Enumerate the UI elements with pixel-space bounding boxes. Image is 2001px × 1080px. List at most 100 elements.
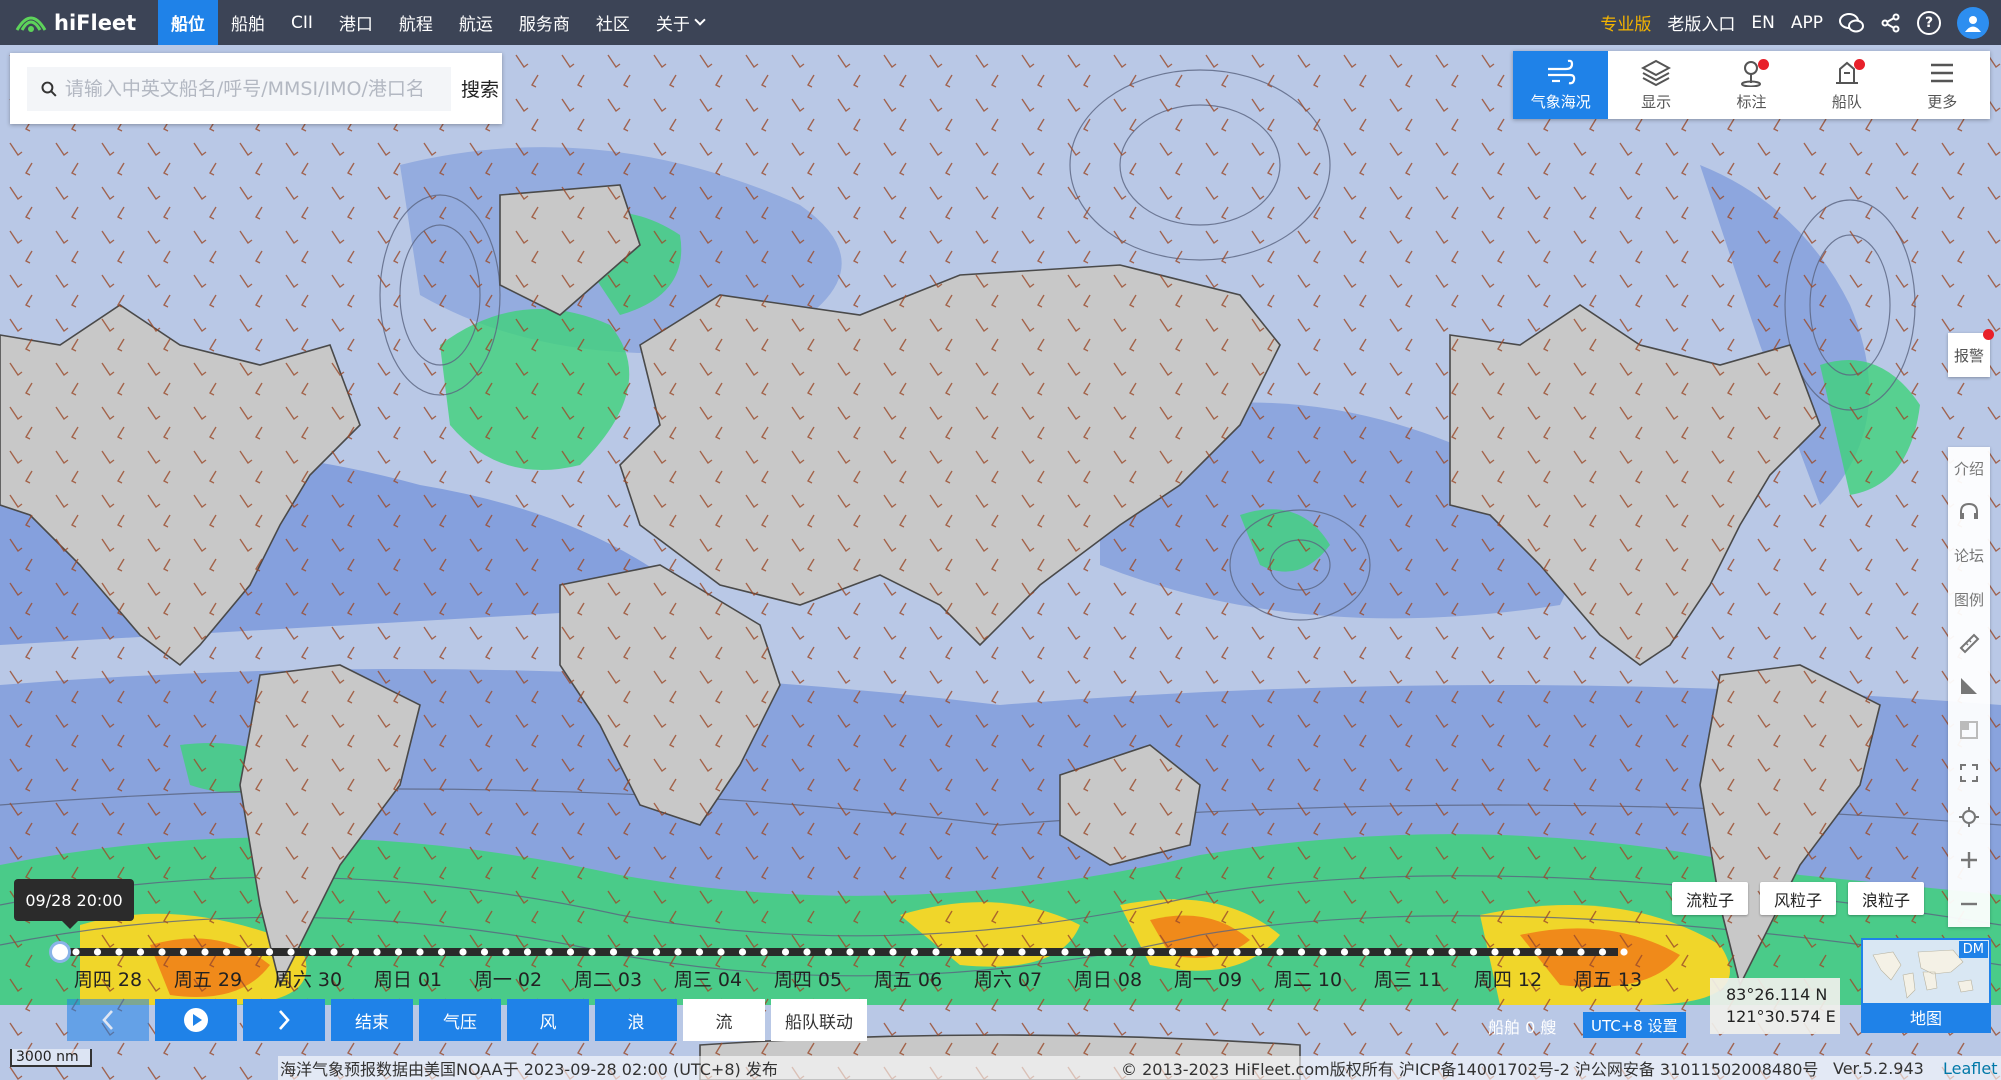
timeline-tick[interactable]: [824, 948, 833, 956]
fleet-link-button[interactable]: 船队联动: [771, 999, 867, 1041]
alarm-button[interactable]: 报警: [1948, 329, 1994, 377]
timeline-tick[interactable]: [867, 948, 876, 956]
timeline-tick[interactable]: [1555, 948, 1564, 956]
timeline-tick[interactable]: [265, 948, 274, 956]
support-button[interactable]: [1948, 491, 1990, 535]
search-input[interactable]: [64, 77, 451, 100]
day-label[interactable]: 周日 08: [1058, 965, 1158, 991]
timeline-tick[interactable]: [1469, 948, 1478, 956]
timeline-tick[interactable]: [308, 948, 317, 956]
timeline-tick[interactable]: [996, 948, 1005, 956]
timeline-tick[interactable]: [1534, 948, 1542, 956]
area-measure-button[interactable]: [1948, 665, 1990, 709]
timeline-tick[interactable]: [1082, 948, 1091, 956]
timeline-tick[interactable]: [1168, 948, 1177, 956]
timeline-tick[interactable]: [1233, 948, 1241, 956]
prev-button[interactable]: [67, 999, 149, 1041]
timeline-tick[interactable]: [1426, 948, 1435, 956]
old-version-link[interactable]: 老版入口: [1667, 10, 1735, 35]
timeline-tick[interactable]: [351, 948, 360, 956]
day-label[interactable]: 周四 05: [758, 965, 858, 991]
timeline-tick[interactable]: [1254, 948, 1263, 956]
timeline-tick[interactable]: [330, 948, 338, 956]
timeline-tick[interactable]: [523, 948, 532, 956]
current-button[interactable]: 流: [683, 999, 765, 1041]
split-view-button[interactable]: [1948, 708, 1990, 752]
timeline-tick[interactable]: [1190, 948, 1198, 956]
timeline-tick[interactable]: [394, 948, 403, 956]
app-link[interactable]: APP: [1791, 13, 1823, 33]
timeline-tick[interactable]: [1577, 948, 1585, 956]
current-particle-button[interactable]: 流粒子: [1672, 882, 1749, 915]
day-label[interactable]: 周四 12: [1458, 965, 1558, 991]
nav-item-about[interactable]: 关于: [643, 0, 717, 45]
nav-item-shipping[interactable]: 航运: [446, 0, 506, 45]
timeline-tick[interactable]: [1018, 948, 1026, 956]
timeline-tick[interactable]: [115, 948, 123, 956]
timeline-tick[interactable]: [975, 948, 983, 956]
timeline-tick[interactable]: [416, 948, 424, 956]
wind-button[interactable]: 风: [507, 999, 589, 1041]
day-label[interactable]: 周五 29: [158, 965, 258, 991]
timeline-tick[interactable]: [1405, 948, 1413, 956]
nav-item-position[interactable]: 船位: [158, 0, 218, 45]
timeline-tick[interactable]: [1125, 948, 1134, 956]
timeline-tick[interactable]: [1211, 948, 1220, 956]
timeline-tick[interactable]: [222, 948, 231, 956]
tool-more[interactable]: 更多: [1895, 51, 1990, 119]
nav-item-ships[interactable]: 船舶: [218, 0, 278, 45]
day-label[interactable]: 周二 10: [1258, 965, 1358, 991]
timeline-handle[interactable]: [49, 941, 71, 963]
timeline-tick[interactable]: [1620, 948, 1628, 956]
timeline-tick[interactable]: [932, 948, 940, 956]
timeline-tick[interactable]: [803, 948, 811, 956]
timeline-tick[interactable]: [1362, 948, 1370, 956]
play-button[interactable]: [155, 999, 237, 1041]
timeline-tick[interactable]: [674, 948, 682, 956]
timeline-tick[interactable]: [1104, 948, 1112, 956]
nav-item-ports[interactable]: 港口: [326, 0, 386, 45]
timeline-tick[interactable]: [1491, 948, 1499, 956]
dm-toggle[interactable]: DM: [1958, 941, 1988, 958]
day-label[interactable]: 周日 01: [358, 965, 458, 991]
help-icon[interactable]: ?: [1917, 10, 1941, 35]
timeline-tick[interactable]: [652, 948, 661, 956]
day-label[interactable]: 周一 09: [1158, 965, 1258, 991]
nav-item-cii[interactable]: CII: [278, 0, 326, 45]
timeline-tick[interactable]: [373, 948, 381, 956]
legend-button[interactable]: 图例: [1948, 578, 1990, 622]
nav-item-community[interactable]: 社区: [583, 0, 643, 45]
timeline-tick[interactable]: [459, 948, 467, 956]
tool-display[interactable]: 显示: [1608, 51, 1703, 119]
utc-settings-button[interactable]: UTC+8 设置: [1583, 1012, 1686, 1038]
fullscreen-button[interactable]: [1948, 752, 1990, 796]
timeline-tick[interactable]: [609, 948, 618, 956]
zoom-out-button[interactable]: [1948, 882, 1990, 926]
timeline-tick[interactable]: [136, 948, 145, 956]
avatar[interactable]: [1957, 6, 1989, 39]
zoom-in-button[interactable]: [1948, 839, 1990, 883]
leaflet-link[interactable]: Leaflet: [1943, 1059, 1997, 1078]
copyright[interactable]: © 2013-2023 HiFleet.com版权所有 沪ICP备1400170…: [1121, 1056, 1818, 1080]
nav-item-voyage[interactable]: 航程: [386, 0, 446, 45]
wave-particle-button[interactable]: 浪粒子: [1848, 882, 1925, 915]
timeline-tick[interactable]: [287, 948, 295, 956]
timeline-tick[interactable]: [1448, 948, 1456, 956]
search-button[interactable]: 搜索: [461, 75, 499, 102]
timeline-tick[interactable]: [1512, 948, 1521, 956]
locate-button[interactable]: [1948, 795, 1990, 839]
wind-particle-button[interactable]: 风粒子: [1760, 882, 1837, 915]
timeline-tick[interactable]: [1276, 948, 1284, 956]
day-label[interactable]: 周二 03: [558, 965, 658, 991]
timeline-tick[interactable]: [93, 948, 102, 956]
day-label[interactable]: 周三 04: [658, 965, 758, 991]
timeline-tick[interactable]: [158, 948, 166, 956]
weather-map[interactable]: [0, 45, 2001, 1080]
pro-version-link[interactable]: 专业版: [1600, 10, 1651, 35]
minimap-label[interactable]: 地图: [1863, 1003, 1989, 1031]
day-label[interactable]: 周六 07: [958, 965, 1058, 991]
forum-button[interactable]: 论坛: [1948, 534, 1990, 578]
timeline-tick[interactable]: [437, 948, 446, 956]
language-link[interactable]: EN: [1751, 13, 1774, 33]
day-label[interactable]: 周五 13: [1558, 965, 1658, 991]
